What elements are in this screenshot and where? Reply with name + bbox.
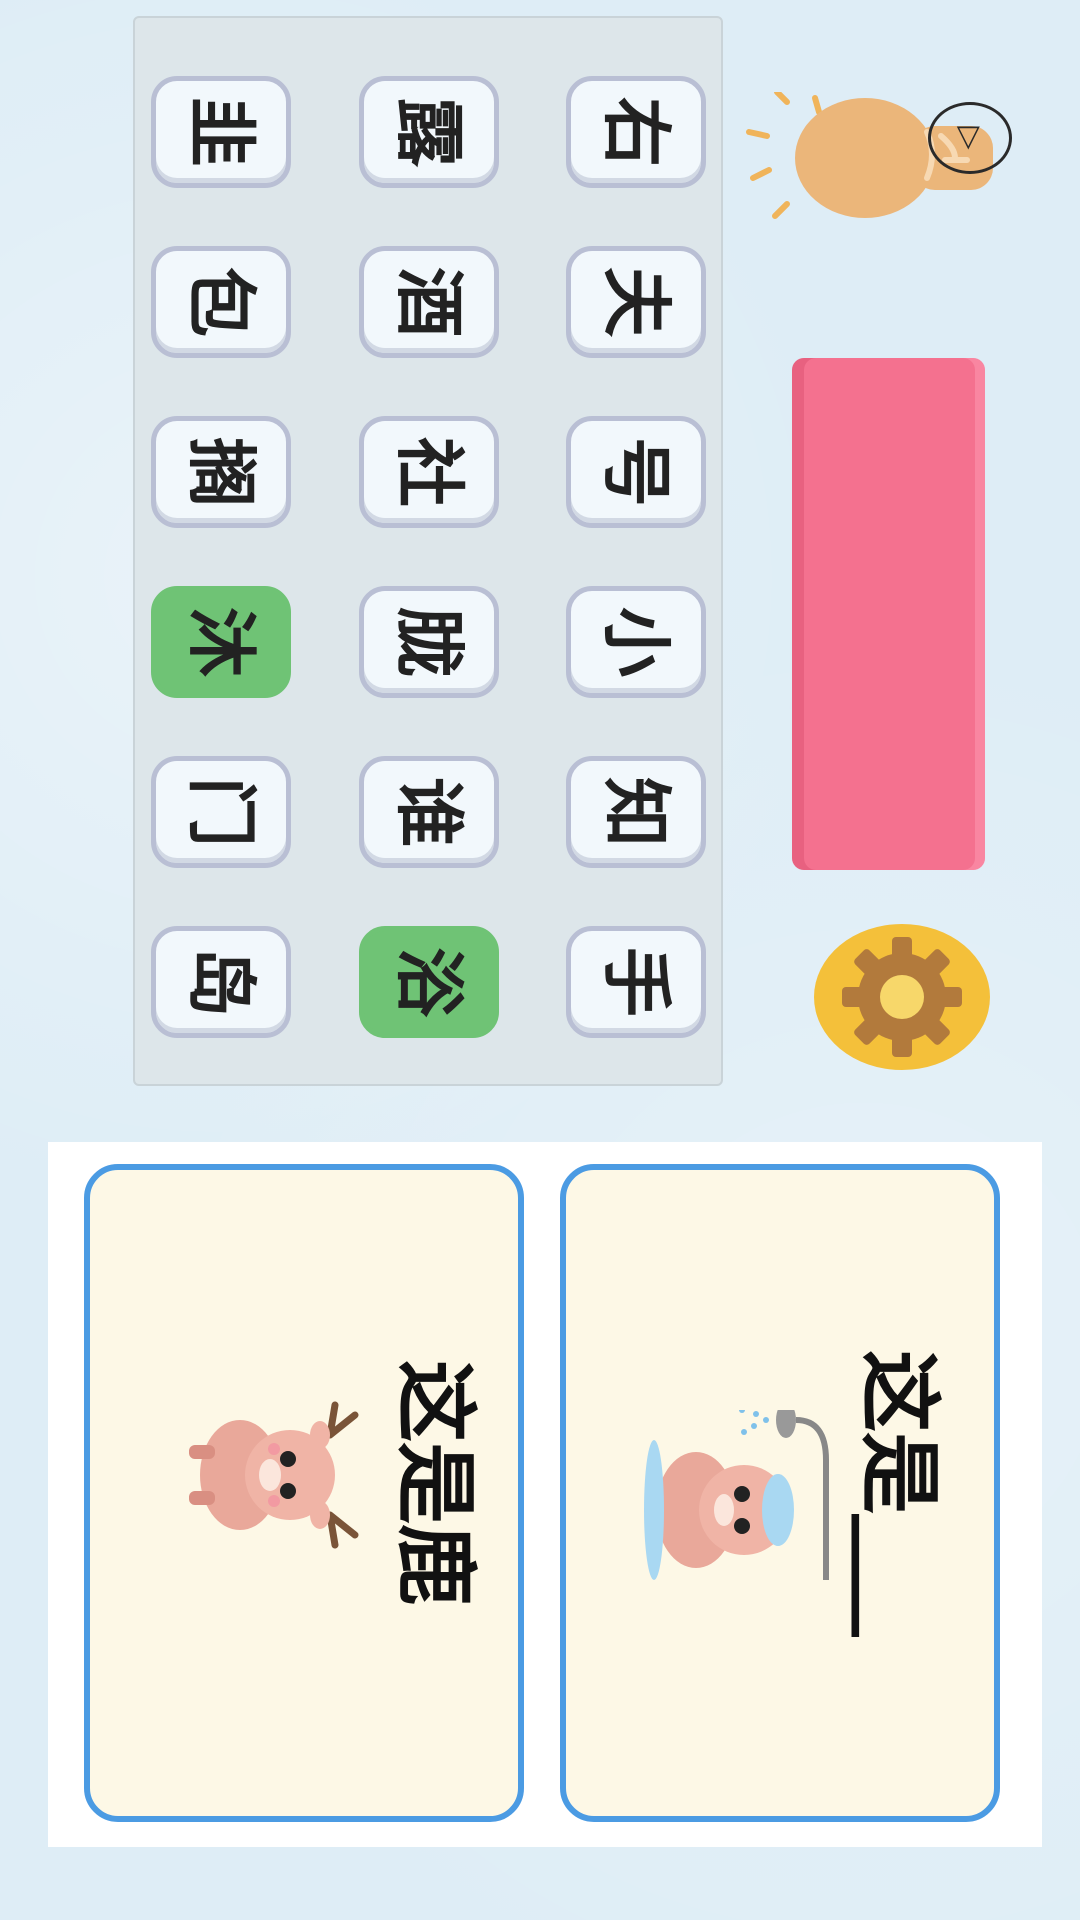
tile-char: 露 <box>388 97 470 167</box>
tile-char: 号 <box>595 437 677 507</box>
character-grid: 韭 露 右 包 酒 夫 搁 社 号 沐 胧 小 门 谁 知 岛 浴 手 <box>133 16 723 1086</box>
char-tile[interactable]: 搁 <box>151 416 291 528</box>
card-question-sentence: 这是___ <box>851 1350 946 1638</box>
char-tile[interactable]: 知 <box>566 756 706 868</box>
char-tile[interactable]: 小 <box>566 586 706 698</box>
char-tile-matched[interactable]: 浴 <box>359 926 499 1038</box>
char-tile[interactable]: 手 <box>566 926 706 1038</box>
tile-char: 胧 <box>388 607 470 677</box>
char-tile[interactable]: 谁 <box>359 756 499 868</box>
tile-char: 手 <box>595 947 677 1017</box>
tile-char: 酒 <box>388 267 470 337</box>
tile-char: 岛 <box>180 947 262 1017</box>
char-tile-matched[interactable]: 沐 <box>151 586 291 698</box>
char-tile[interactable]: 号 <box>566 416 706 528</box>
card-sentence: 这是鹿 <box>387 1360 482 1607</box>
tile-char: 知 <box>595 777 677 847</box>
char-tile[interactable]: 包 <box>151 246 291 358</box>
tile-char: 包 <box>180 267 262 337</box>
tile-char: 门 <box>180 777 262 847</box>
tile-char: 韭 <box>180 97 262 167</box>
cards-area: 这是鹿 这是___ <box>48 1142 1042 1847</box>
char-tile[interactable]: 社 <box>359 416 499 528</box>
tile-char: 社 <box>388 437 470 507</box>
char-tile[interactable]: 夫 <box>566 246 706 358</box>
hint-badge-text: ▷ <box>952 126 988 150</box>
tile-char: 谁 <box>388 777 470 847</box>
tile-char: 沐 <box>180 607 262 677</box>
char-tile[interactable]: 韭 <box>151 76 291 188</box>
gear-icon[interactable] <box>812 922 992 1072</box>
tile-char: 夫 <box>595 267 677 337</box>
progress-bar <box>792 358 985 870</box>
char-tile[interactable]: 岛 <box>151 926 291 1038</box>
char-tile[interactable]: 胧 <box>359 586 499 698</box>
example-card: 这是鹿 <box>84 1164 524 1822</box>
deer-shower-icon <box>644 1410 829 1580</box>
char-tile[interactable]: 酒 <box>359 246 499 358</box>
question-card: 这是___ <box>560 1164 1000 1822</box>
char-tile[interactable]: 露 <box>359 76 499 188</box>
hint-badge[interactable]: ▷ <box>928 102 1012 174</box>
tile-char: 小 <box>595 607 677 677</box>
tile-char: 搁 <box>180 437 262 507</box>
tile-char: 右 <box>595 97 677 167</box>
char-tile[interactable]: 右 <box>566 76 706 188</box>
deer-icon <box>189 1401 359 1549</box>
tile-char: 浴 <box>388 947 470 1017</box>
char-tile[interactable]: 门 <box>151 756 291 868</box>
